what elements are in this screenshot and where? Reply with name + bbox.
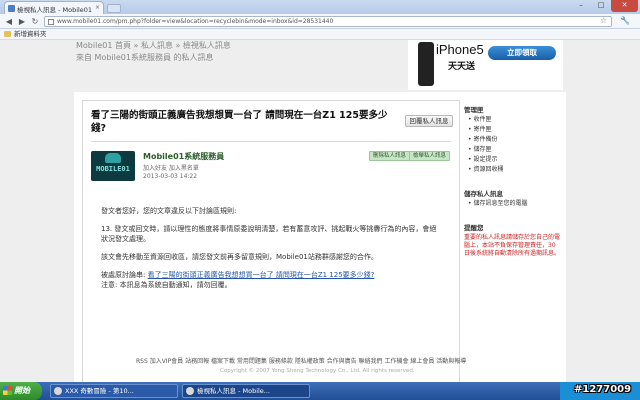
robot-icon	[105, 153, 121, 163]
taskbar-item-label: 檢視私人訊息 - Mobile...	[197, 387, 270, 395]
taskbar-item[interactable]: 檢視私人訊息 - Mobile...	[182, 384, 310, 398]
browser-titlebar: 檢視私人訊息 - Mobile01 × – □ ✕	[0, 0, 640, 14]
window-close-button[interactable]: ✕	[611, 0, 638, 12]
taskbar-item[interactable]: XXX 奇數冒險 - 第10...	[50, 384, 178, 398]
delete-message-button[interactable]: 刪除私人訊息	[369, 151, 411, 161]
report-message-button[interactable]: 檢舉私人訊息	[409, 151, 451, 161]
sender-actions[interactable]: 加入好友 加入黑名單	[143, 163, 199, 172]
iphone-ad-banner[interactable]: iPhone5 天天送 立即領取	[408, 40, 563, 90]
thread-label: 被處原討論串:	[101, 271, 148, 279]
message-source-line: 來自 Mobile01系統服務員 的私人訊息	[76, 53, 214, 62]
sidebar-section-title: 儲存私人訊息	[464, 190, 503, 198]
sidebar-item-save-to-pc[interactable]: 儲存訊息至您的電腦	[468, 200, 560, 208]
page-viewport: Mobile01 首頁 » 私人訊息 » 檢視私人訊息 來自 Mobile01系…	[0, 40, 640, 382]
thread-link[interactable]: 看了三陽的街頭正義廣告我想想買一台了 請問現在一台Z1 125要多少錢?	[148, 271, 375, 279]
minimize-button[interactable]: –	[571, 0, 591, 12]
page-icon	[48, 19, 54, 25]
bookmark-star-icon[interactable]: ☆	[600, 16, 607, 25]
reload-icon[interactable]: ↻	[29, 16, 41, 27]
sidebar-section-title: 管理匣	[464, 106, 484, 114]
sidebar-warning: 重要的私人訊息請儲存於您自己的電腦上，本站不負保存管理責任，30日後系統將自動清…	[464, 234, 561, 257]
reply-message-button[interactable]: 回覆私人訊息	[405, 115, 453, 127]
sender-name[interactable]: Mobile01系統服務員	[143, 151, 224, 162]
address-url: www.mobile01.com/pm.php?folder=view&loca…	[57, 18, 334, 25]
message-subject: 看了三陽的街頭正義廣告我想想買一台了 請問現在一台Z1 125要多少錢?	[91, 110, 388, 134]
footer-copyright: Copyright © 2007 Yong Sheng Technology C…	[220, 368, 415, 374]
body-rule: 13. 發文或回文時，請以理性的態度將事情原委說明清楚，若有蓄意攻評、挑起戰火等…	[101, 225, 437, 243]
bookmarks-bar: 新增資料夾	[0, 29, 640, 40]
back-icon[interactable]: ◀	[3, 16, 15, 27]
ad-claim-button[interactable]: 立即領取	[488, 46, 556, 60]
content-panel: 看了三陽的街頭正義廣告我想想買一台了 請問現在一台Z1 125要多少錢? 回覆私…	[74, 92, 566, 382]
sidebar-item-saved[interactable]: 儲存匣	[468, 146, 560, 154]
sidebar-item-outbox[interactable]: 寄件匣	[468, 126, 560, 134]
maximize-button[interactable]: □	[591, 0, 611, 12]
pm-sidebar: 管理匣 收件匣 寄件匣 寄件備份 儲存匣 設定提示 資源回收桶 儲存私人訊息 儲…	[464, 100, 560, 382]
breadcrumb[interactable]: Mobile01 首頁 » 私人訊息 » 檢視私人訊息	[76, 40, 231, 51]
forward-icon[interactable]: ▶	[16, 16, 28, 27]
phone-icon	[418, 42, 434, 86]
sidebar-item-settings[interactable]: 設定提示	[468, 156, 560, 164]
favicon-icon	[8, 5, 15, 12]
start-label: 開始	[14, 386, 30, 395]
sidebar-item-inbox[interactable]: 收件匣	[468, 116, 560, 124]
avatar: MOBILE01	[91, 151, 135, 181]
tab-title: 檢視私人訊息 - Mobile01	[17, 6, 93, 14]
browser-toolbar: ◀ ▶ ↻ www.mobile01.com/pm.php?folder=vie…	[0, 14, 640, 29]
message-body: 發文者您好，您的文章違反以下討論區規則: 13. 發文或回文時，請以理性的態度將…	[101, 206, 441, 298]
footer-links[interactable]: RSS 加入VIP會員 站務回報 檔案下載 常用問題集 服務條款 隱私權政策 合…	[136, 356, 466, 365]
message-date: 2013-03-03 14:22	[143, 173, 198, 180]
start-button[interactable]: 開始	[0, 382, 42, 400]
message-panel: 看了三陽的街頭正義廣告我想想買一台了 請問現在一台Z1 125要多少錢? 回覆私…	[82, 100, 460, 382]
bookmark-new-folder[interactable]: 新增資料夾	[14, 30, 47, 38]
watermark: #1277009	[574, 384, 632, 395]
app-icon	[54, 387, 62, 395]
body-greeting: 發文者您好，您的文章違反以下討論區規則:	[101, 207, 237, 215]
windows-logo-icon	[3, 386, 12, 395]
sidebar-item-sent[interactable]: 寄件備份	[468, 136, 560, 144]
new-tab-button[interactable]	[107, 4, 121, 13]
tab-close-icon[interactable]: ×	[95, 4, 100, 11]
body-notice: 該文會先移動至資源回收區，請您發文前再多留意規則，Mobile01站務群感謝您的…	[101, 253, 378, 261]
taskbar: 開始 XXX 奇數冒險 - 第10... 檢視私人訊息 - Mobile...	[0, 382, 640, 400]
browser-icon	[186, 387, 194, 395]
avatar-logo-text: MOBILE01	[96, 165, 130, 173]
ad-subtitle: 天天送	[448, 62, 476, 72]
body-auto-note: 注意: 本訊息為系統自動通知，請勿回覆。	[101, 281, 232, 289]
sidebar-section-title: 提醒您	[464, 224, 484, 232]
folder-icon	[4, 31, 11, 37]
divider	[91, 141, 451, 142]
wrench-menu-icon[interactable]: 🔧	[620, 16, 630, 25]
sidebar-item-recycle[interactable]: 資源回收桶	[468, 166, 560, 174]
ad-title: iPhone5	[436, 42, 484, 57]
taskbar-item-label: XXX 奇數冒險 - 第10...	[65, 387, 134, 395]
address-bar[interactable]: www.mobile01.com/pm.php?folder=view&loca…	[44, 16, 612, 27]
browser-tab[interactable]: 檢視私人訊息 - Mobile01 ×	[4, 1, 104, 14]
body-thread: 被處原討論串: 看了三陽的街頭正義廣告我想想買一台了 請問現在一台Z1 125要…	[101, 270, 441, 290]
